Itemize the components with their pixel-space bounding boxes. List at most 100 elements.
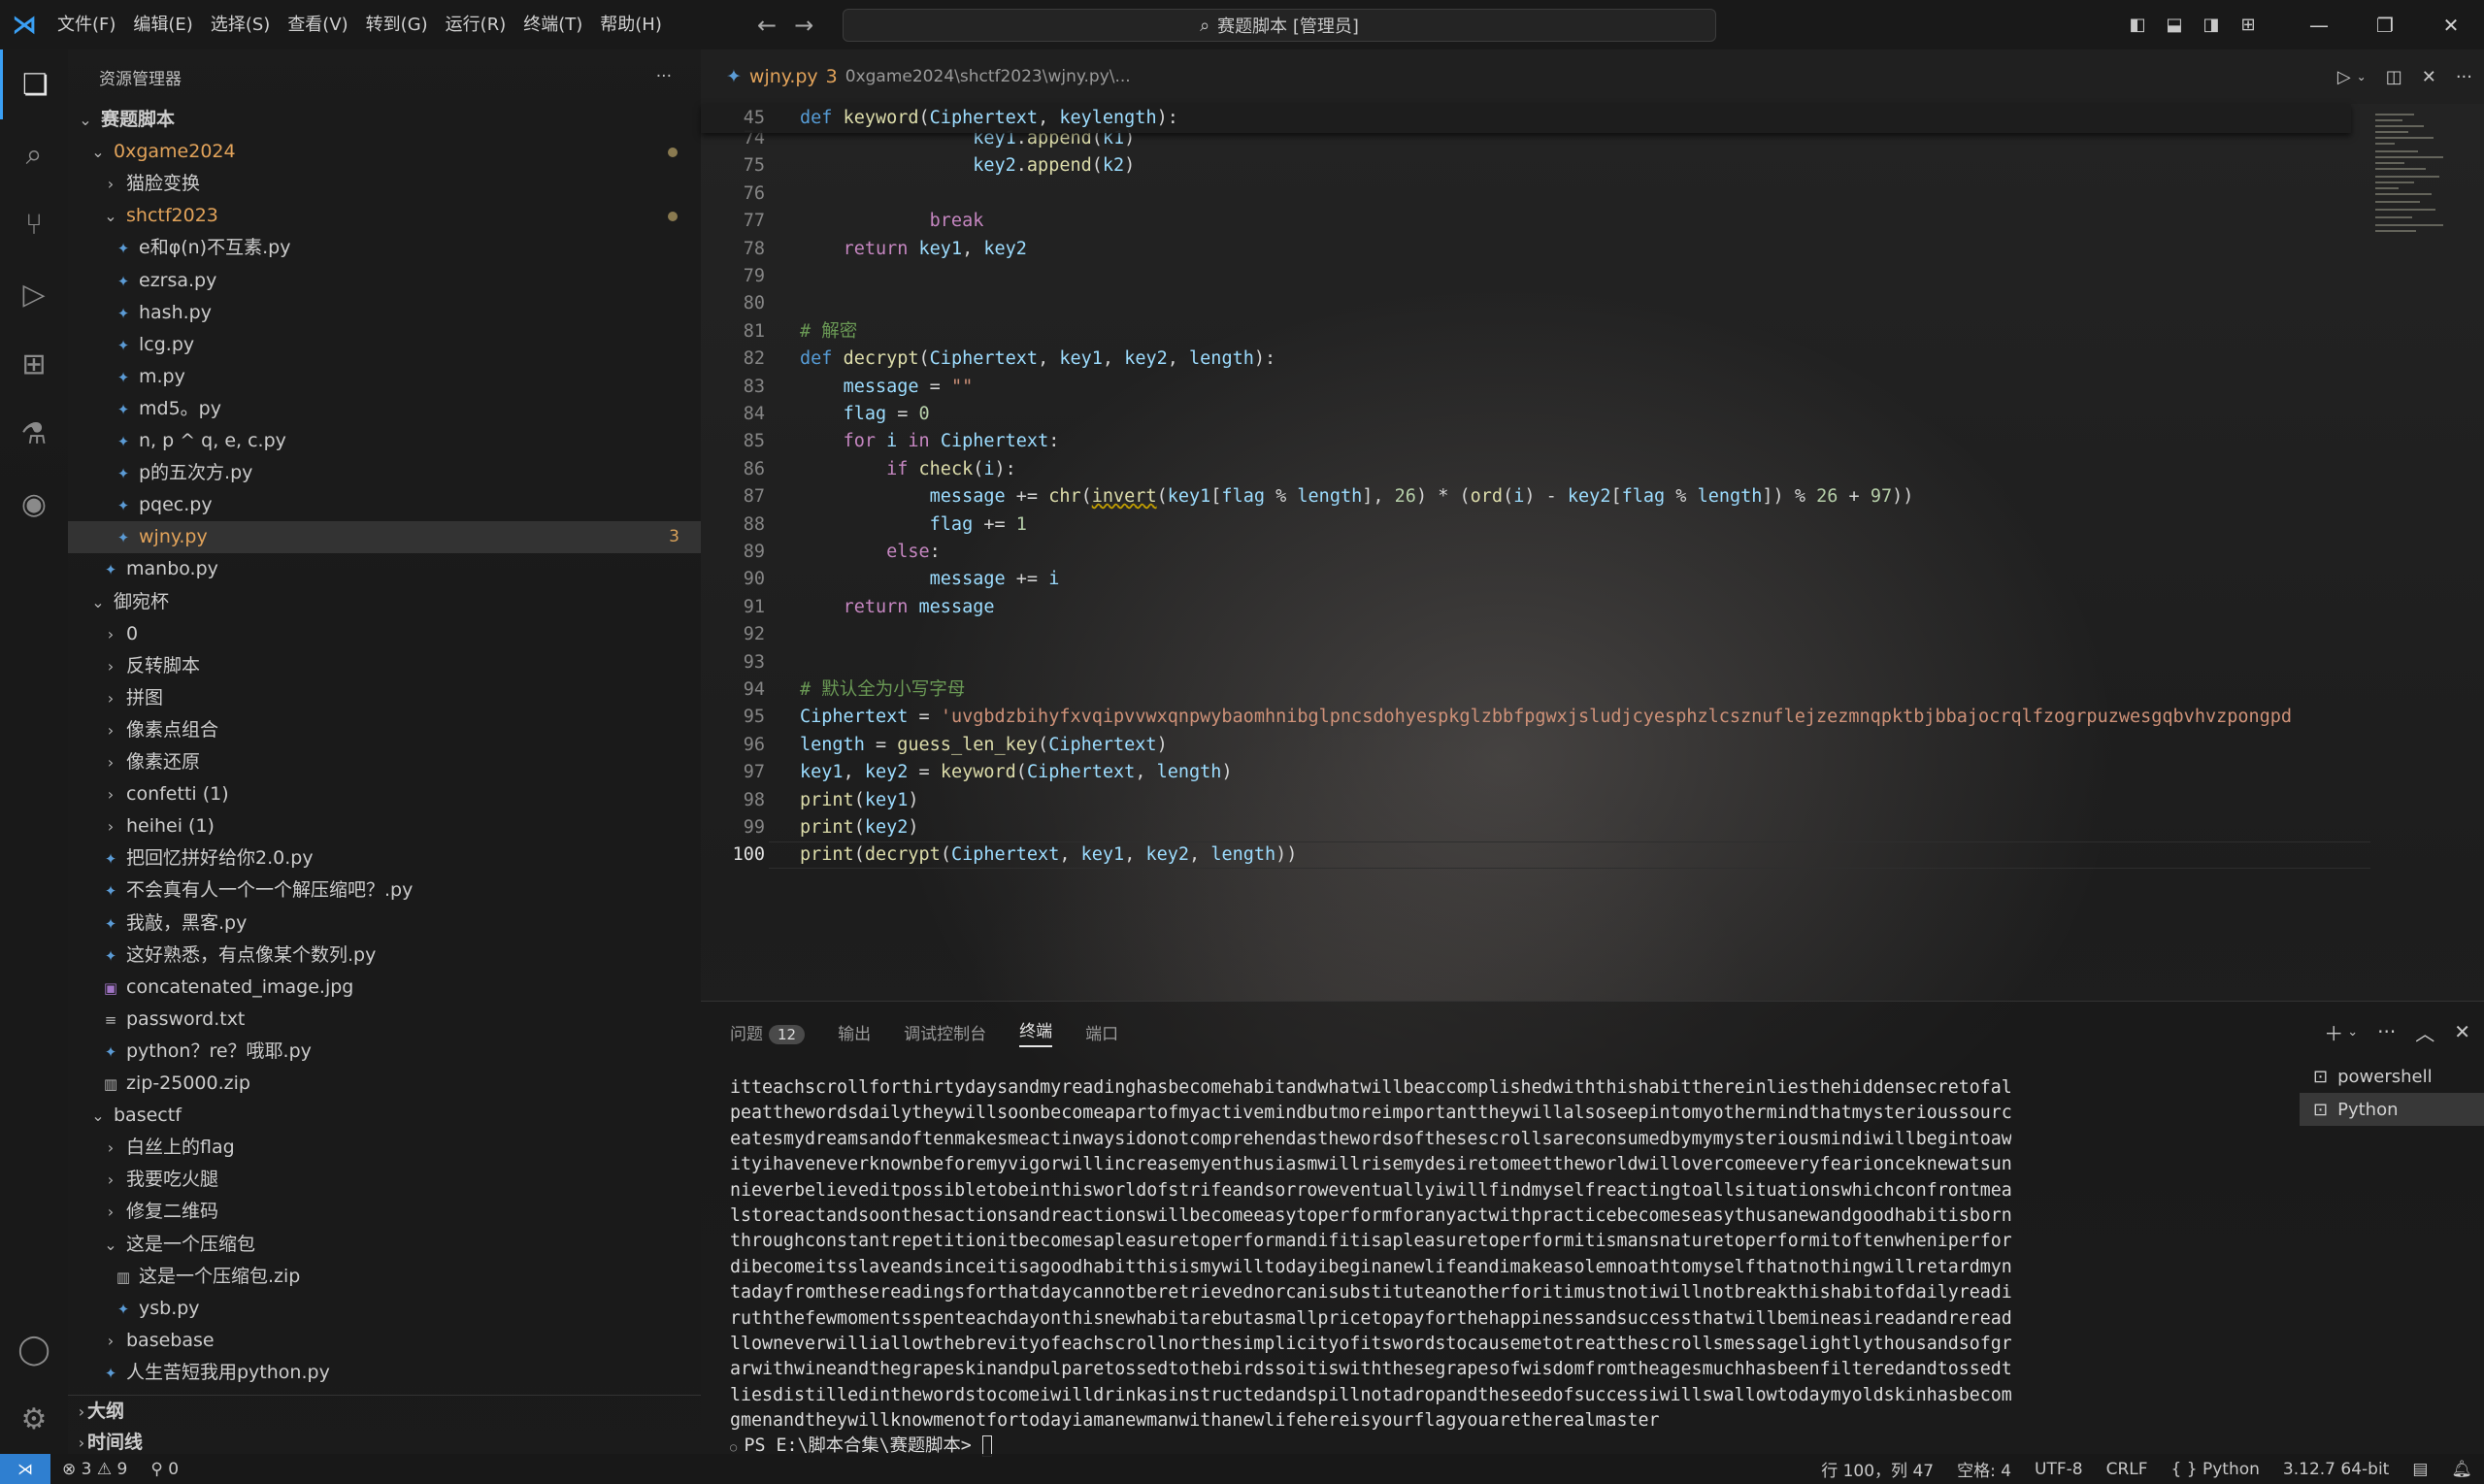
- tree-item[interactable]: › 修复二维码: [68, 1196, 701, 1228]
- tree-item[interactable]: ✦ 这好熟悉，有点像某个数列.py: [68, 940, 701, 972]
- tree-item[interactable]: ✦ e和φ(n)不互素.py: [68, 232, 701, 264]
- back-arrow-icon[interactable]: ←: [757, 12, 777, 39]
- customize-layout-icon[interactable]: ⊞: [2230, 0, 2267, 49]
- tree-item[interactable]: › heihei (1): [68, 810, 701, 842]
- run-debug-icon[interactable]: ▷: [0, 259, 68, 329]
- ports-status[interactable]: ⚲ 0: [139, 1460, 190, 1479]
- tree-item[interactable]: › basebase: [68, 1325, 701, 1357]
- close-editor-icon[interactable]: ✕: [2422, 67, 2436, 87]
- layout-icon[interactable]: ▤: [2401, 1460, 2439, 1479]
- toggle-primary-sidebar-icon[interactable]: ◧: [2119, 0, 2156, 49]
- minimap[interactable]: [2368, 104, 2484, 1001]
- extensions-icon[interactable]: ⊞: [0, 329, 68, 399]
- code-editor[interactable]: 74 key1.append(k1) 75 key2.append(k2) 76 77…: [701, 104, 2370, 1001]
- terminal-output[interactable]: itteachscrollforthirtydaysandmyreadingha…: [730, 1075, 2011, 1459]
- panel-tab[interactable]: 问题 12: [730, 1020, 806, 1044]
- notifications-bell-icon[interactable]: 🔔︎: [2439, 1460, 2484, 1479]
- terminal-instance[interactable]: ⊡ powershell: [2300, 1060, 2484, 1093]
- tree-item[interactable]: ✦ p的五次方.py: [68, 457, 701, 489]
- testing-icon[interactable]: ⚗: [0, 399, 68, 469]
- tree-item[interactable]: ✦ pqec.py: [68, 489, 701, 521]
- menu-item[interactable]: 帮助(H): [591, 0, 671, 49]
- python-interpreter[interactable]: 3.12.7 64-bit: [2271, 1460, 2401, 1479]
- tree-item[interactable]: › 0: [68, 618, 701, 650]
- tree-item[interactable]: ✦ 我敲，黑客.py: [68, 907, 701, 940]
- more-actions-icon[interactable]: ···: [2456, 67, 2472, 87]
- editor-tab-wjny[interactable]: ✦ wjny.py 3 0xgame2024\shctf2023\wjny.py…: [701, 49, 1156, 104]
- account-icon[interactable]: ◯: [0, 1314, 68, 1384]
- tree-item[interactable]: ⌄ 这是一个压缩包: [68, 1229, 701, 1261]
- tree-item[interactable]: ▣ concatenated_image.jpg: [68, 972, 701, 1004]
- menu-item[interactable]: 选择(S): [202, 0, 279, 49]
- menu-item[interactable]: 编辑(E): [124, 0, 201, 49]
- tree-item[interactable]: ✦ lcg.py: [68, 329, 701, 361]
- breadcrumb[interactable]: 0xgame2024\shctf2023\wjny.py\...: [845, 67, 1131, 86]
- tree-item[interactable]: ✦ wjny.py 3: [68, 521, 701, 554]
- outline-section[interactable]: › 大纲: [68, 1395, 701, 1427]
- run-python-icon[interactable]: ▷: [2337, 67, 2351, 87]
- explorer-icon[interactable]: ❏: [0, 49, 68, 119]
- tree-item[interactable]: ✦ hash.py: [68, 297, 701, 329]
- close-panel-icon[interactable]: ✕: [2454, 1020, 2470, 1043]
- tree-item[interactable]: ⌄ 御宛杯: [68, 586, 701, 618]
- tree-item[interactable]: ✦ md5。py: [68, 393, 701, 425]
- indentation[interactable]: 空格: 4: [1945, 1457, 2023, 1481]
- new-terminal-icon[interactable]: ＋: [2324, 1018, 2343, 1046]
- tree-item[interactable]: › 我要吃火腿: [68, 1164, 701, 1196]
- language-mode[interactable]: { } Python: [2160, 1460, 2271, 1479]
- menu-item[interactable]: 文件(F): [49, 0, 124, 49]
- tree-item[interactable]: ▥ 这是一个压缩包.zip: [68, 1261, 701, 1293]
- tree-item[interactable]: ⌄ shctf2023: [68, 200, 701, 232]
- tree-item[interactable]: ⌄ 0xgame2024: [68, 136, 701, 168]
- toggle-panel-icon[interactable]: ⬓: [2156, 0, 2193, 49]
- forward-arrow-icon[interactable]: →: [794, 12, 813, 39]
- tree-item[interactable]: ✦ n, p ^ q, e, c.py: [68, 425, 701, 457]
- tree-item[interactable]: › confetti (1): [68, 778, 701, 810]
- tree-item[interactable]: › 像素还原: [68, 746, 701, 778]
- tree-item[interactable]: › 猫脸变换: [68, 168, 701, 200]
- tree-item[interactable]: ✦ 把回忆拼好给你2.0.py: [68, 842, 701, 874]
- split-editor-icon[interactable]: ◫: [2386, 67, 2402, 87]
- minimize-button[interactable]: —: [2286, 0, 2352, 49]
- tree-item[interactable]: › 像素点组合: [68, 714, 701, 746]
- panel-tab[interactable]: 端口: [1085, 1020, 1118, 1044]
- close-window-button[interactable]: ✕: [2418, 0, 2484, 49]
- encoding[interactable]: UTF-8: [2023, 1460, 2095, 1479]
- panel-tab[interactable]: 输出: [838, 1020, 871, 1044]
- tree-item[interactable]: ✦ 人生苦短我用python.py: [68, 1357, 701, 1389]
- tree-item[interactable]: ⌄ 赛题脚本: [68, 104, 701, 136]
- remote-explorer-icon[interactable]: ◉: [0, 469, 68, 539]
- chevron-down-icon[interactable]: ⌄: [2357, 70, 2367, 83]
- tree-item[interactable]: ✦ manbo.py: [68, 553, 701, 585]
- tree-item[interactable]: ≡ password.txt: [68, 1004, 701, 1036]
- tree-item[interactable]: ▥ zip-25000.zip: [68, 1068, 701, 1100]
- toggle-secondary-sidebar-icon[interactable]: ◨: [2193, 0, 2230, 49]
- tree-item[interactable]: ✦ ezrsa.py: [68, 265, 701, 297]
- tree-item[interactable]: ✦ m.py: [68, 361, 701, 393]
- menu-item[interactable]: 转到(G): [357, 0, 437, 49]
- tree-item[interactable]: › 反转脚本: [68, 650, 701, 682]
- menu-item[interactable]: 终端(T): [514, 0, 591, 49]
- menu-item[interactable]: 查看(V): [279, 0, 356, 49]
- tree-item[interactable]: ✦ ysb.py: [68, 1293, 701, 1325]
- more-actions-icon[interactable]: ···: [2377, 1020, 2396, 1043]
- sticky-scroll-header[interactable]: 45 def keyword(Ciphertext, keylength):: [701, 104, 2351, 133]
- tree-item[interactable]: ✦ python？re？哦耶.py: [68, 1036, 701, 1068]
- maximize-panel-icon[interactable]: ︿: [2415, 1018, 2434, 1046]
- tree-item[interactable]: › 拼图: [68, 682, 701, 714]
- restore-button[interactable]: ❐: [2352, 0, 2418, 49]
- tree-item[interactable]: ⌄ basectf: [68, 1100, 701, 1132]
- panel-tab[interactable]: 调试控制台: [904, 1020, 986, 1044]
- menu-item[interactable]: 运行(R): [437, 0, 515, 49]
- tree-item[interactable]: › 白丝上的flag: [68, 1132, 701, 1164]
- command-center-search[interactable]: ⌕ 赛题脚本 [管理员]: [843, 9, 1716, 42]
- source-control-icon[interactable]: ⑂: [0, 189, 68, 259]
- chevron-down-icon[interactable]: ⌄: [2347, 1025, 2358, 1039]
- end-of-line[interactable]: CRLF: [2095, 1460, 2160, 1479]
- terminal-instance[interactable]: ⊡ Python: [2300, 1093, 2484, 1126]
- cursor-position[interactable]: 行 100，列 47: [1809, 1457, 1945, 1481]
- problems-status[interactable]: ⊗ 3 ⚠ 9: [50, 1460, 139, 1479]
- settings-gear-icon[interactable]: ⚙: [0, 1384, 68, 1454]
- explorer-more-button[interactable]: ···: [656, 67, 672, 86]
- tree-item[interactable]: ✦ 不会真有人一个一个解压缩吧？.py: [68, 874, 701, 907]
